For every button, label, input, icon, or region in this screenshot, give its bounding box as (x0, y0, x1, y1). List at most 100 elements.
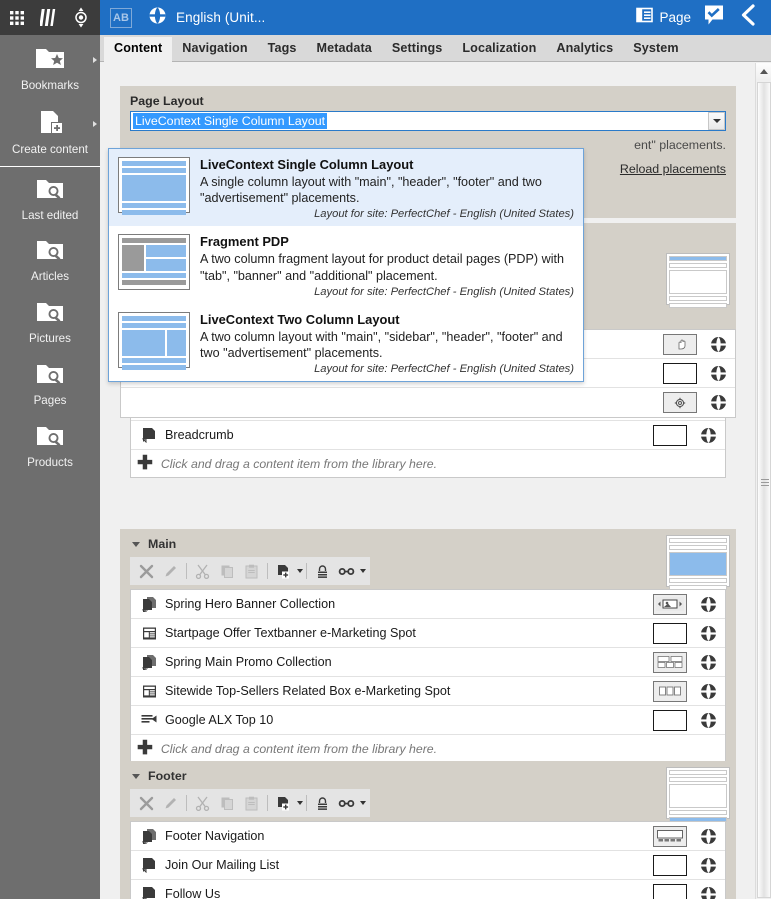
sidebar-item-bookmarks[interactable]: Bookmarks (0, 35, 100, 99)
tab-system[interactable]: System (623, 37, 688, 61)
page-label[interactable]: Page (659, 10, 691, 25)
chevron-down-icon[interactable] (132, 541, 140, 547)
reload-placements-link[interactable]: Reload placements (620, 162, 726, 176)
approved-check-icon[interactable] (703, 4, 725, 31)
cut-button[interactable] (190, 559, 215, 583)
main-section-header[interactable]: Main (130, 533, 726, 555)
globe-icon[interactable] (695, 886, 721, 899)
tab-analytics[interactable]: Analytics (546, 37, 623, 61)
collection-icon (139, 828, 159, 844)
chevron-right-icon[interactable] (93, 120, 97, 127)
row-label: Google ALX Top 10 (165, 713, 274, 727)
tab-navigation[interactable]: Navigation (172, 37, 257, 61)
globe-icon[interactable] (695, 712, 721, 729)
main-dropzone[interactable]: ✚ Click and drag a content item from the… (131, 735, 725, 762)
sidebar-item-products[interactable]: Products (0, 414, 100, 476)
option-site: Layout for site: PerfectChef - English (… (314, 285, 574, 298)
ab-variant-badge[interactable]: AB (110, 7, 132, 28)
preview-bar (669, 817, 727, 822)
navigator-icon[interactable] (71, 7, 91, 28)
checkout-button[interactable] (310, 559, 335, 583)
chevron-down-icon[interactable] (359, 569, 366, 573)
edit-button[interactable] (159, 791, 184, 815)
plus-icon: ✚ (137, 738, 153, 759)
blank-preview (653, 424, 687, 446)
sidebar-item-pictures[interactable]: Pictures (0, 290, 100, 352)
tab-localization[interactable]: Localization (452, 37, 546, 61)
vertical-scrollbar[interactable] (755, 63, 771, 899)
table-row[interactable]: Google ALX Top 10 (131, 706, 725, 735)
sidebar-item-pages[interactable]: Pages (0, 352, 100, 414)
page-layout-combobox[interactable]: LiveContext Single Column Layout (130, 111, 726, 131)
page-layout-dropdown-button[interactable] (708, 112, 725, 130)
preview-bar (669, 263, 727, 268)
page-layout-dropdown[interactable]: LiveContext Single Column Layout A singl… (108, 148, 584, 383)
edit-button[interactable] (159, 559, 184, 583)
globe-icon[interactable] (705, 394, 731, 411)
chevron-left-icon[interactable] (739, 4, 757, 31)
globe-icon[interactable] (695, 596, 721, 613)
tab-settings[interactable]: Settings (382, 37, 452, 61)
paste-button[interactable] (240, 559, 265, 583)
table-row[interactable]: Sitewide Top-Sellers Related Box e-Marke… (131, 677, 725, 706)
table-row[interactable]: Account (121, 388, 735, 417)
page-layout-input[interactable]: LiveContext Single Column Layout (130, 111, 726, 131)
scroll-thumb[interactable] (757, 82, 771, 898)
thumb-bar (122, 322, 186, 328)
chevron-down-icon[interactable] (132, 773, 140, 779)
chevron-right-icon[interactable] (93, 57, 97, 63)
remove-button[interactable] (134, 559, 159, 583)
tab-metadata[interactable]: Metadata (307, 37, 382, 61)
copy-button[interactable] (215, 559, 240, 583)
copy-button[interactable] (215, 791, 240, 815)
tab-tags[interactable]: Tags (258, 37, 307, 61)
globe-icon[interactable] (695, 828, 721, 845)
table-row[interactable]: Spring Hero Banner Collection (131, 590, 725, 619)
folder-search-icon (34, 237, 66, 268)
thumb-bar (146, 245, 186, 258)
chevron-down-icon[interactable] (359, 801, 366, 805)
option-description: A single column layout with "main", "hea… (200, 175, 542, 206)
remove-button[interactable] (134, 791, 159, 815)
sidebar-item-last-edited[interactable]: Last edited (0, 167, 100, 229)
new-content-button[interactable] (271, 791, 296, 815)
globe-icon[interactable] (705, 365, 731, 382)
chevron-down-icon (712, 119, 721, 123)
table-row[interactable]: Join Our Mailing List (131, 851, 725, 880)
globe-icon[interactable] (705, 336, 731, 353)
footer-section-header[interactable]: Footer (130, 765, 726, 787)
grid-preview (653, 651, 687, 673)
chevron-down-icon[interactable] (296, 569, 303, 573)
table-row[interactable]: Spring Main Promo Collection (131, 648, 725, 677)
link-button[interactable] (334, 559, 359, 583)
dropdown-option-single-column[interactable]: LiveContext Single Column Layout A singl… (109, 149, 583, 227)
library-icon[interactable] (39, 7, 60, 28)
dropdown-option-fragment-pdp[interactable]: Fragment PDP A two column fragment layou… (109, 226, 583, 303)
dropdown-option-two-column[interactable]: LiveContext Two Column Layout A two colu… (109, 304, 583, 381)
checkout-button[interactable] (310, 791, 335, 815)
globe-icon[interactable] (695, 654, 721, 671)
sidebar-item-articles[interactable]: Articles (0, 228, 100, 290)
globe-icon[interactable] (695, 683, 721, 700)
tab-content[interactable]: Content (104, 37, 173, 62)
page-layout-value[interactable]: LiveContext Single Column Layout (133, 113, 328, 129)
scroll-up-arrow[interactable] (756, 63, 771, 80)
globe-icon[interactable] (695, 857, 721, 874)
globe-icon[interactable] (695, 625, 721, 642)
table-row[interactable]: Startpage Offer Textbanner e-Marketing S… (131, 619, 725, 648)
new-content-button[interactable] (271, 559, 296, 583)
table-row[interactable]: Footer Navigation (131, 822, 725, 851)
locale-label[interactable]: English (Unit... (176, 10, 265, 25)
header-dropzone[interactable]: ✚ Click and drag a content item from the… (131, 450, 725, 477)
cut-button[interactable] (190, 791, 215, 815)
grid-apps-icon[interactable] (9, 8, 29, 28)
table-row[interactable]: Follow Us (131, 880, 725, 899)
chevron-down-icon[interactable] (296, 801, 303, 805)
section-title: Main (148, 537, 177, 551)
thumb-bar (122, 280, 186, 286)
table-row[interactable]: Breadcrumb (131, 421, 725, 450)
globe-icon[interactable] (695, 427, 721, 444)
sidebar-item-create-content[interactable]: Create content (0, 99, 100, 163)
paste-button[interactable] (240, 791, 265, 815)
link-button[interactable] (334, 791, 359, 815)
